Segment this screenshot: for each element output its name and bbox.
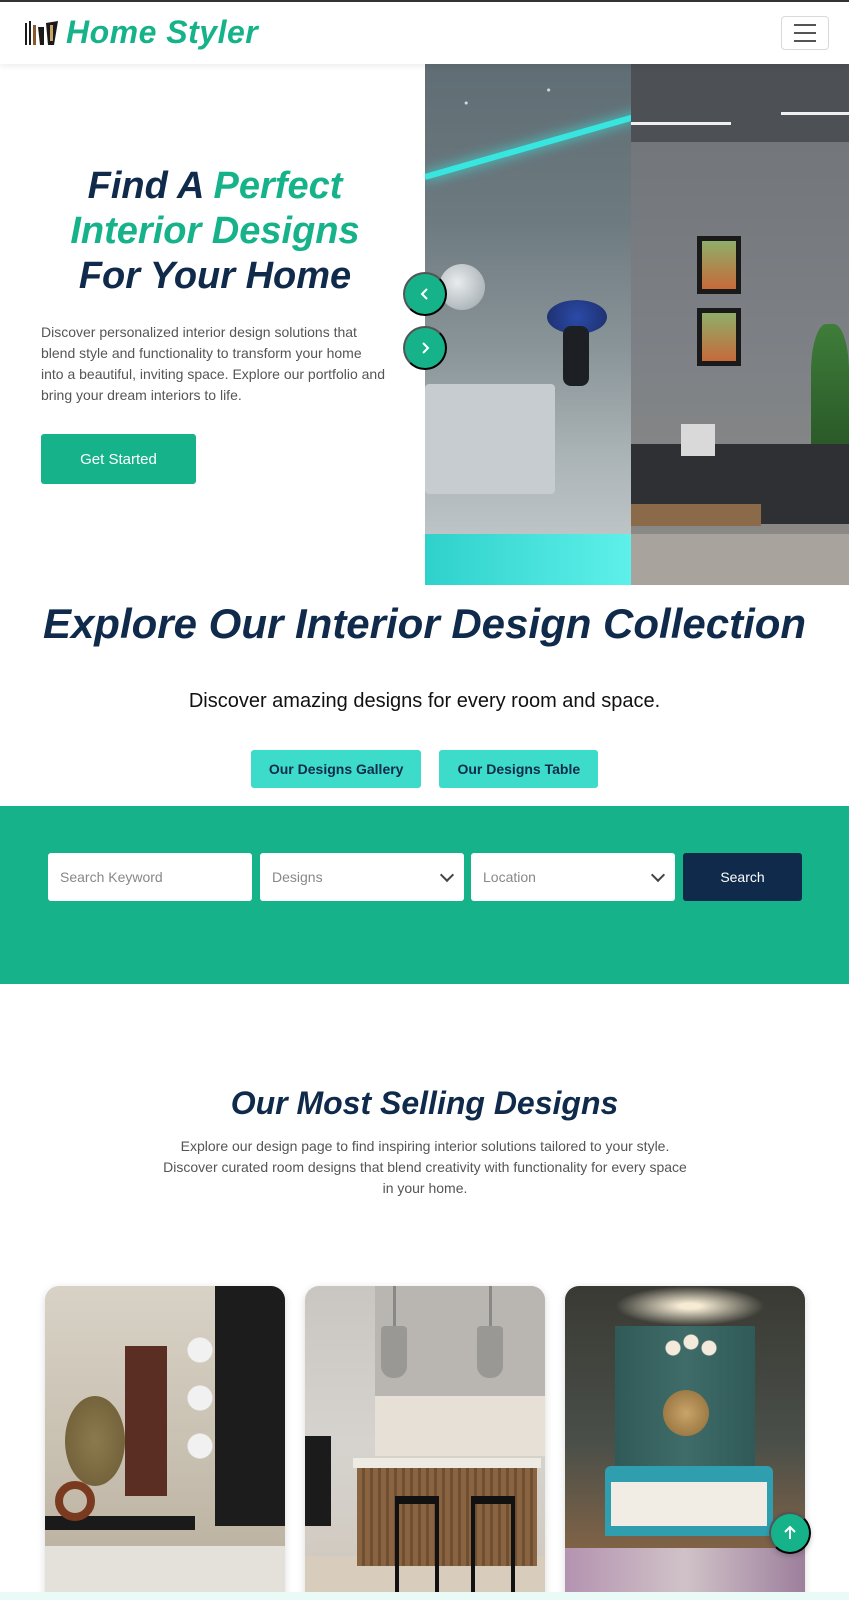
menu-toggle-button[interactable] (781, 16, 829, 50)
designs-select[interactable]: Designs (260, 853, 464, 901)
design-card[interactable] (565, 1286, 805, 1600)
search-button[interactable]: Search (683, 853, 802, 901)
designs-table-button[interactable]: Our Designs Table (439, 750, 599, 788)
navbar: Home Styler (0, 0, 849, 64)
carousel-prev-button[interactable] (403, 272, 447, 316)
hamburger-menu-icon (794, 40, 816, 42)
hamburger-menu-icon (794, 24, 816, 26)
scroll-to-top-button[interactable] (769, 1512, 811, 1554)
search-keyword-field[interactable] (48, 853, 252, 901)
get-started-button[interactable]: Get Started (41, 434, 196, 484)
design-cards (0, 1286, 849, 1600)
hero-section: Find A Perfect Interior Designs For Your… (0, 64, 849, 585)
hero-description: Discover personalized interior design so… (41, 324, 385, 403)
hero-title-accent: Interior Designs (70, 210, 360, 252)
living-room-image (631, 64, 849, 585)
designs-select-value: Designs (272, 869, 323, 885)
selling-description: Explore our design page to find inspirin… (163, 1138, 687, 1196)
arrow-up-icon (784, 1525, 796, 1539)
design-card[interactable] (45, 1286, 285, 1600)
collection-buttons: Our Designs Gallery Our Designs Table (0, 750, 849, 788)
chevron-right-icon (422, 342, 430, 354)
chevron-left-icon (420, 288, 428, 300)
brand-logo-icon (25, 20, 58, 45)
location-select[interactable]: Location (471, 853, 675, 901)
bottom-strip (0, 1592, 849, 1600)
selling-title: Our Most Selling Designs (230, 1085, 619, 1121)
location-select-value: Location (483, 869, 536, 885)
hero-carousel (425, 64, 849, 585)
brand-link[interactable]: Home Styler (24, 14, 258, 51)
carousel-next-button[interactable] (403, 326, 447, 370)
design-card[interactable] (305, 1286, 545, 1600)
hamburger-menu-icon (794, 32, 816, 34)
hero-title-accent: Perfect (213, 165, 343, 207)
hero-title-part: For Your Home (78, 255, 352, 297)
collection-subtitle: Discover amazing designs for every room … (188, 690, 661, 712)
search-section: Designs Location Search (0, 806, 849, 984)
collection-title: Explore Our Interior Design Collection (42, 600, 807, 647)
hero-text-block: Find A Perfect Interior Designs For Your… (0, 64, 425, 585)
bedroom-image (425, 64, 657, 585)
chevron-down-icon (439, 867, 455, 883)
hero-title-part: Find A (87, 165, 214, 207)
chevron-down-icon (650, 867, 666, 883)
hero-title: Find A Perfect Interior Designs For Your… (30, 164, 400, 299)
designs-gallery-button[interactable]: Our Designs Gallery (250, 750, 422, 788)
search-input[interactable] (60, 869, 240, 885)
brand-name: Home Styler (66, 14, 259, 50)
